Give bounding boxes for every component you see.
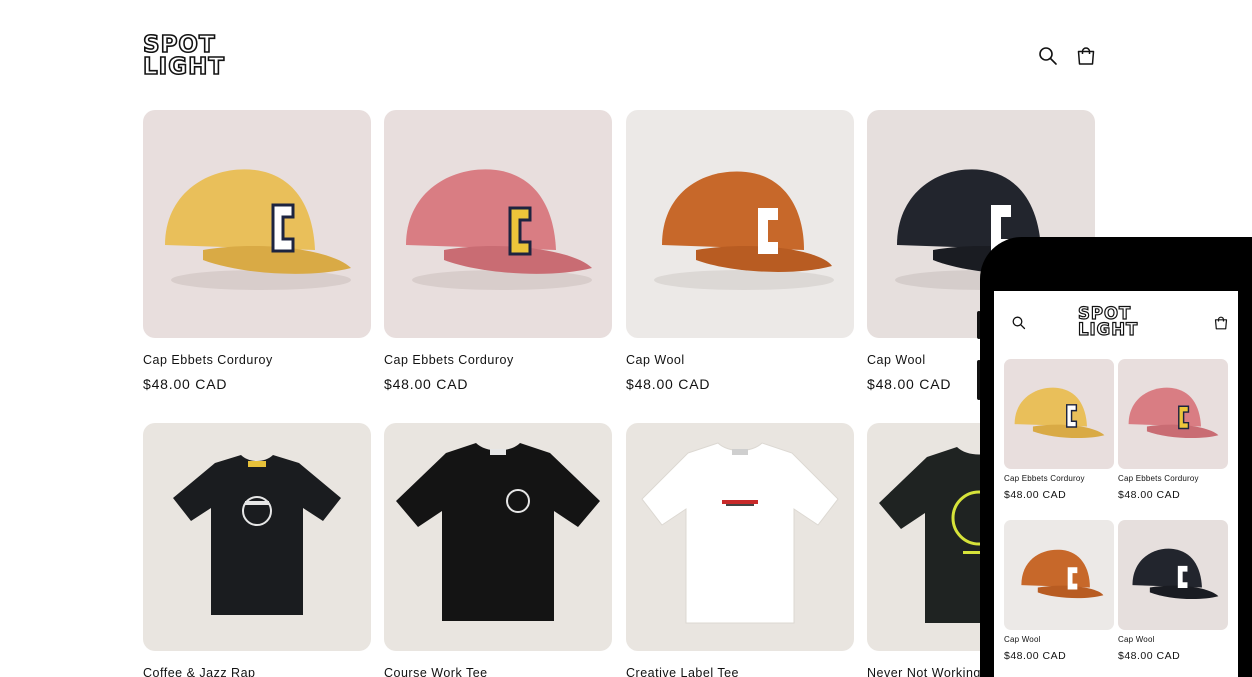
mobile-product-price: $48.00 CAD xyxy=(1118,489,1181,501)
product-title[interactable]: Course Work Tee xyxy=(384,666,488,677)
product-title[interactable]: Cap Ebbets Corduroy xyxy=(384,353,514,367)
product-card[interactable]: Cap Ebbets Corduroy $48.00 CAD xyxy=(143,110,371,392)
mobile-product-price: $48.00 CAD xyxy=(1004,650,1067,662)
product-image[interactable] xyxy=(626,110,854,338)
product-card[interactable]: Cap Ebbets Corduroy $48.00 CAD xyxy=(384,110,612,392)
product-title[interactable]: Never Not Working xyxy=(867,666,981,677)
product-image[interactable] xyxy=(384,423,612,651)
mobile-product-card[interactable]: Cap Wool $48.00 CAD xyxy=(1004,520,1114,662)
mobile-product-title[interactable]: Cap Ebbets Corduroy xyxy=(1004,474,1085,483)
product-price: $48.00 CAD xyxy=(143,376,228,392)
product-image[interactable] xyxy=(384,110,612,338)
product-price: $48.00 CAD xyxy=(867,376,952,392)
mobile-product-card[interactable]: Cap Ebbets Corduroy $48.00 CAD xyxy=(1004,359,1114,501)
product-title[interactable]: Cap Ebbets Corduroy xyxy=(143,353,273,367)
site-header: SPOT LIGHT xyxy=(142,32,1097,80)
mobile-product-title[interactable]: Cap Ebbets Corduroy xyxy=(1118,474,1199,483)
product-price: $48.00 CAD xyxy=(626,376,711,392)
mobile-search-icon[interactable] xyxy=(1011,315,1027,331)
mobile-store-logo[interactable]: SPOT LIGHT xyxy=(1077,305,1139,339)
mobile-cart-icon[interactable] xyxy=(1213,315,1229,331)
product-card[interactable]: Coffee & Jazz Rap xyxy=(143,423,371,677)
mobile-product-title[interactable]: Cap Wool xyxy=(1004,635,1041,644)
mobile-product-image[interactable] xyxy=(1004,520,1114,630)
mobile-product-card[interactable]: Cap Wool $48.00 CAD xyxy=(1118,520,1228,662)
product-title[interactable]: Cap Wool xyxy=(867,353,926,367)
product-price: $48.00 CAD xyxy=(384,376,469,392)
mobile-product-price: $48.00 CAD xyxy=(1004,489,1067,501)
mobile-product-card[interactable]: Cap Ebbets Corduroy $48.00 CAD xyxy=(1118,359,1228,501)
mobile-product-image[interactable] xyxy=(1118,359,1228,469)
mobile-logo-line-2: LIGHT xyxy=(1077,320,1139,339)
cart-icon[interactable] xyxy=(1075,45,1097,67)
product-image[interactable] xyxy=(143,110,371,338)
logo-line-2: LIGHT xyxy=(142,54,226,80)
product-title[interactable]: Coffee & Jazz Rap xyxy=(143,666,256,677)
product-card[interactable]: Course Work Tee xyxy=(384,423,612,677)
mobile-product-image[interactable] xyxy=(1118,520,1228,630)
mobile-preview-screen: SPOT LIGHT Cap Ebbets Corduroy $48.00 CA… xyxy=(994,291,1238,677)
product-card[interactable]: Creative Label Tee xyxy=(626,423,854,677)
product-image[interactable] xyxy=(143,423,371,651)
store-logo[interactable]: SPOT LIGHT xyxy=(142,32,226,80)
search-icon[interactable] xyxy=(1037,45,1059,67)
mobile-product-image[interactable] xyxy=(1004,359,1114,469)
product-card[interactable]: Cap Wool $48.00 CAD xyxy=(626,110,854,392)
product-title[interactable]: Cap Wool xyxy=(626,353,685,367)
product-title[interactable]: Creative Label Tee xyxy=(626,666,739,677)
product-image[interactable] xyxy=(626,423,854,651)
mobile-product-price: $48.00 CAD xyxy=(1118,650,1181,662)
logo-line-1: SPOT xyxy=(142,32,216,58)
mobile-product-title[interactable]: Cap Wool xyxy=(1118,635,1155,644)
